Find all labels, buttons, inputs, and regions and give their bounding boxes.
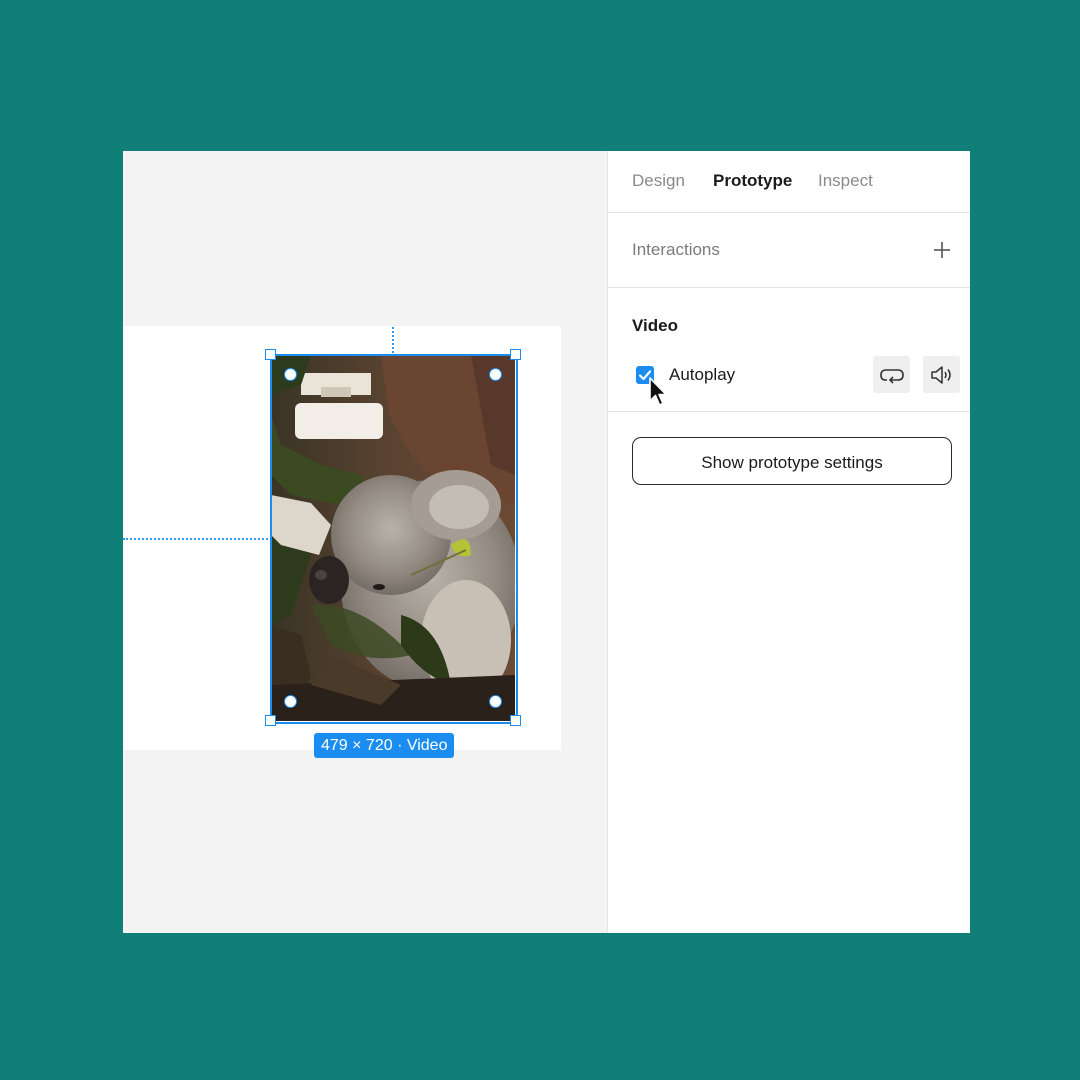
tab-prototype[interactable]: Prototype [713,171,792,191]
corner-radius-handle-bottom-left[interactable] [284,695,297,708]
vertical-guide [392,327,394,353]
resize-handle-bottom-right[interactable] [510,715,521,726]
video-section: Video Autoplay [608,288,970,412]
selection-size-badge: 479 × 720 · Video [314,733,455,758]
interactions-label: Interactions [632,240,720,259]
horizontal-guide [123,538,268,540]
autoplay-label: Autoplay [669,365,736,384]
resize-handle-top-left[interactable] [265,349,276,360]
tab-design[interactable]: Design [632,171,685,191]
show-prototype-settings-button[interactable]: Show prototype settings [632,437,952,485]
resize-handle-bottom-left[interactable] [265,715,276,726]
resize-handle-top-right[interactable] [510,349,521,360]
mute-button[interactable] [923,356,960,393]
loop-button[interactable] [873,356,910,393]
add-interaction-button[interactable] [931,239,953,261]
speaker-icon [930,365,951,384]
plus-icon [934,242,950,258]
app-window: 479 × 720 · Video Design Prototype Inspe… [123,151,970,933]
loop-icon [879,368,904,384]
interactions-section: Interactions [608,213,970,288]
properties-panel: Design Prototype Inspect Interactions Vi… [607,151,970,933]
corner-radius-handle-top-left[interactable] [284,368,297,381]
canvas[interactable]: 479 × 720 · Video [123,151,607,933]
koala-video-thumbnail [271,355,515,721]
video-layer[interactable] [271,355,515,721]
corner-radius-handle-bottom-right[interactable] [489,695,502,708]
video-heading: Video [632,316,678,335]
tab-inspect[interactable]: Inspect [818,171,873,191]
panel-tabs: Design Prototype Inspect [608,151,970,213]
corner-radius-handle-top-right[interactable] [489,368,502,381]
mouse-pointer-icon [648,377,668,412]
